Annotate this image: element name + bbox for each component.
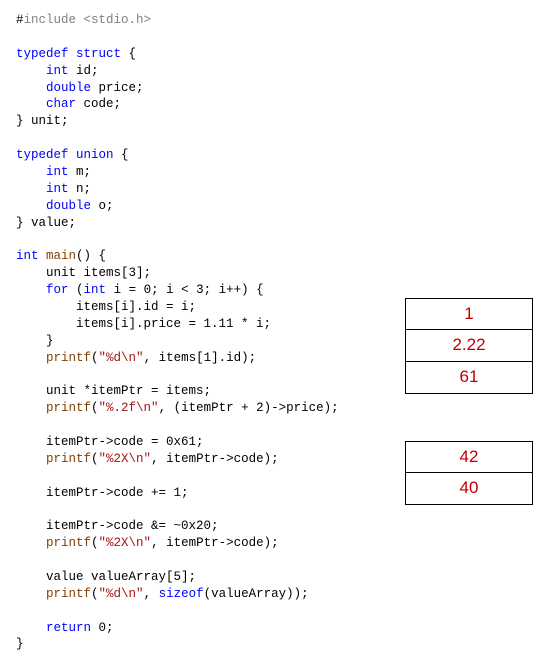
tok: 0; bbox=[91, 621, 114, 635]
tok bbox=[69, 47, 77, 61]
tok: "%2X\n" bbox=[99, 536, 152, 550]
tok bbox=[16, 97, 46, 111]
tok: char bbox=[46, 97, 76, 111]
tok: ( bbox=[91, 587, 99, 601]
tok: } value; bbox=[16, 216, 76, 230]
tok bbox=[16, 536, 46, 550]
tok: { bbox=[121, 47, 136, 61]
output-value: 40 bbox=[405, 473, 533, 505]
tok: { bbox=[114, 148, 129, 162]
tok: sizeof bbox=[159, 587, 204, 601]
tok: for bbox=[46, 283, 69, 297]
tok: i = 0; i < 3; i++) { bbox=[106, 283, 264, 297]
tok: int bbox=[16, 249, 39, 263]
tok bbox=[16, 182, 46, 196]
tok: int bbox=[84, 283, 107, 297]
tok: ( bbox=[91, 401, 99, 415]
tok: typedef bbox=[16, 148, 69, 162]
tok bbox=[69, 148, 77, 162]
tok: price; bbox=[91, 81, 144, 95]
tok: unit items[3]; bbox=[16, 266, 151, 280]
tok bbox=[16, 401, 46, 415]
tok: struct bbox=[76, 47, 121, 61]
tok: int bbox=[46, 64, 69, 78]
tok: double bbox=[46, 81, 91, 95]
tok: , itemPtr->code); bbox=[151, 452, 279, 466]
tok: o; bbox=[91, 199, 114, 213]
tok bbox=[16, 283, 46, 297]
tok: m; bbox=[69, 165, 92, 179]
tok: union bbox=[76, 148, 114, 162]
tok: unit *itemPtr = items; bbox=[16, 384, 211, 398]
tok: itemPtr->code &= ~0x20; bbox=[16, 519, 219, 533]
output-group-1: 1 2.22 61 bbox=[405, 298, 533, 394]
tok: itemPtr->code = 0x61; bbox=[16, 435, 204, 449]
tok: printf bbox=[46, 587, 91, 601]
output-value: 1 bbox=[405, 298, 533, 330]
tok: # bbox=[16, 13, 24, 27]
output-value: 61 bbox=[405, 362, 533, 394]
tok: items[i].price = 1.11 * i; bbox=[16, 317, 271, 331]
tok: ( bbox=[91, 452, 99, 466]
tok: printf bbox=[46, 351, 91, 365]
tok: include bbox=[24, 13, 84, 27]
tok bbox=[16, 81, 46, 95]
tok: } bbox=[16, 637, 24, 651]
tok bbox=[16, 621, 46, 635]
tok: "%d\n" bbox=[99, 587, 144, 601]
tok: typedef bbox=[16, 47, 69, 61]
tok: return bbox=[46, 621, 91, 635]
tok: , (itemPtr + 2)->price); bbox=[159, 401, 339, 415]
tok: } unit; bbox=[16, 114, 69, 128]
tok: "%.2f\n" bbox=[99, 401, 159, 415]
tok: , bbox=[144, 587, 159, 601]
tok bbox=[16, 452, 46, 466]
tok: items[i].id = i; bbox=[16, 300, 196, 314]
tok: <stdio.h> bbox=[84, 13, 152, 27]
tok: ( bbox=[91, 536, 99, 550]
tok: printf bbox=[46, 401, 91, 415]
tok: value valueArray[5]; bbox=[16, 570, 196, 584]
tok: printf bbox=[46, 452, 91, 466]
tok: int bbox=[46, 182, 69, 196]
tok: , itemPtr->code); bbox=[151, 536, 279, 550]
output-group-2: 42 40 bbox=[405, 441, 533, 505]
tok: () { bbox=[76, 249, 106, 263]
tok bbox=[16, 199, 46, 213]
tok: ( bbox=[91, 351, 99, 365]
tok: , items[1].id); bbox=[144, 351, 257, 365]
tok: } bbox=[16, 334, 54, 348]
tok: main bbox=[46, 249, 76, 263]
tok: ( bbox=[69, 283, 84, 297]
tok bbox=[16, 64, 46, 78]
tok: (valueArray)); bbox=[204, 587, 309, 601]
tok: "%2X\n" bbox=[99, 452, 152, 466]
output-value: 2.22 bbox=[405, 330, 533, 362]
tok: id; bbox=[69, 64, 99, 78]
tok bbox=[16, 587, 46, 601]
tok: n; bbox=[69, 182, 92, 196]
tok: double bbox=[46, 199, 91, 213]
tok: itemPtr->code += 1; bbox=[16, 486, 189, 500]
tok: "%d\n" bbox=[99, 351, 144, 365]
tok bbox=[16, 351, 46, 365]
tok: printf bbox=[46, 536, 91, 550]
tok: int bbox=[46, 165, 69, 179]
output-value: 42 bbox=[405, 441, 533, 473]
tok: code; bbox=[76, 97, 121, 111]
tok bbox=[16, 165, 46, 179]
tok bbox=[39, 249, 47, 263]
